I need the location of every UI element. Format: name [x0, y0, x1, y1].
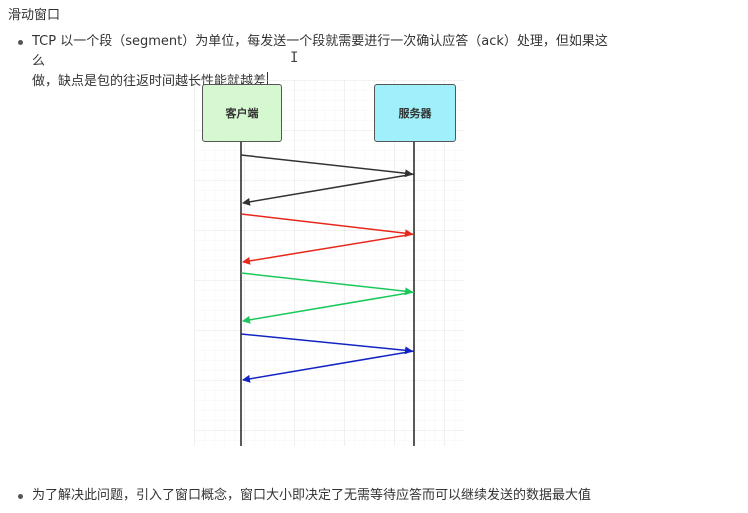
bullet-dot-icon [18, 40, 23, 45]
section-heading: 滑动窗口 [8, 8, 61, 23]
bullet-text: 为了解决此问题，引入了窗口概念，窗口大小即决定了无需等待应答而可以继续发送的数据… [32, 488, 592, 503]
client-label: 客户端 [225, 107, 259, 120]
bullet-dot-icon [18, 494, 23, 499]
server-label: 服务器 [398, 107, 432, 120]
client-box: 客户端 [202, 84, 282, 142]
bullet-text-line1: TCP 以一个段（segment）为单位，每发送一个段就需要进行一次确认应答（a… [32, 34, 608, 69]
text-cursor-icon: I [290, 50, 299, 66]
sequence-diagram: 客户端 服务器 [194, 80, 464, 446]
server-box: 服务器 [374, 84, 456, 142]
bullet-item-window-concept: 为了解决此问题，引入了窗口概念，窗口大小即决定了无需等待应答而可以继续发送的数据… [18, 486, 738, 506]
